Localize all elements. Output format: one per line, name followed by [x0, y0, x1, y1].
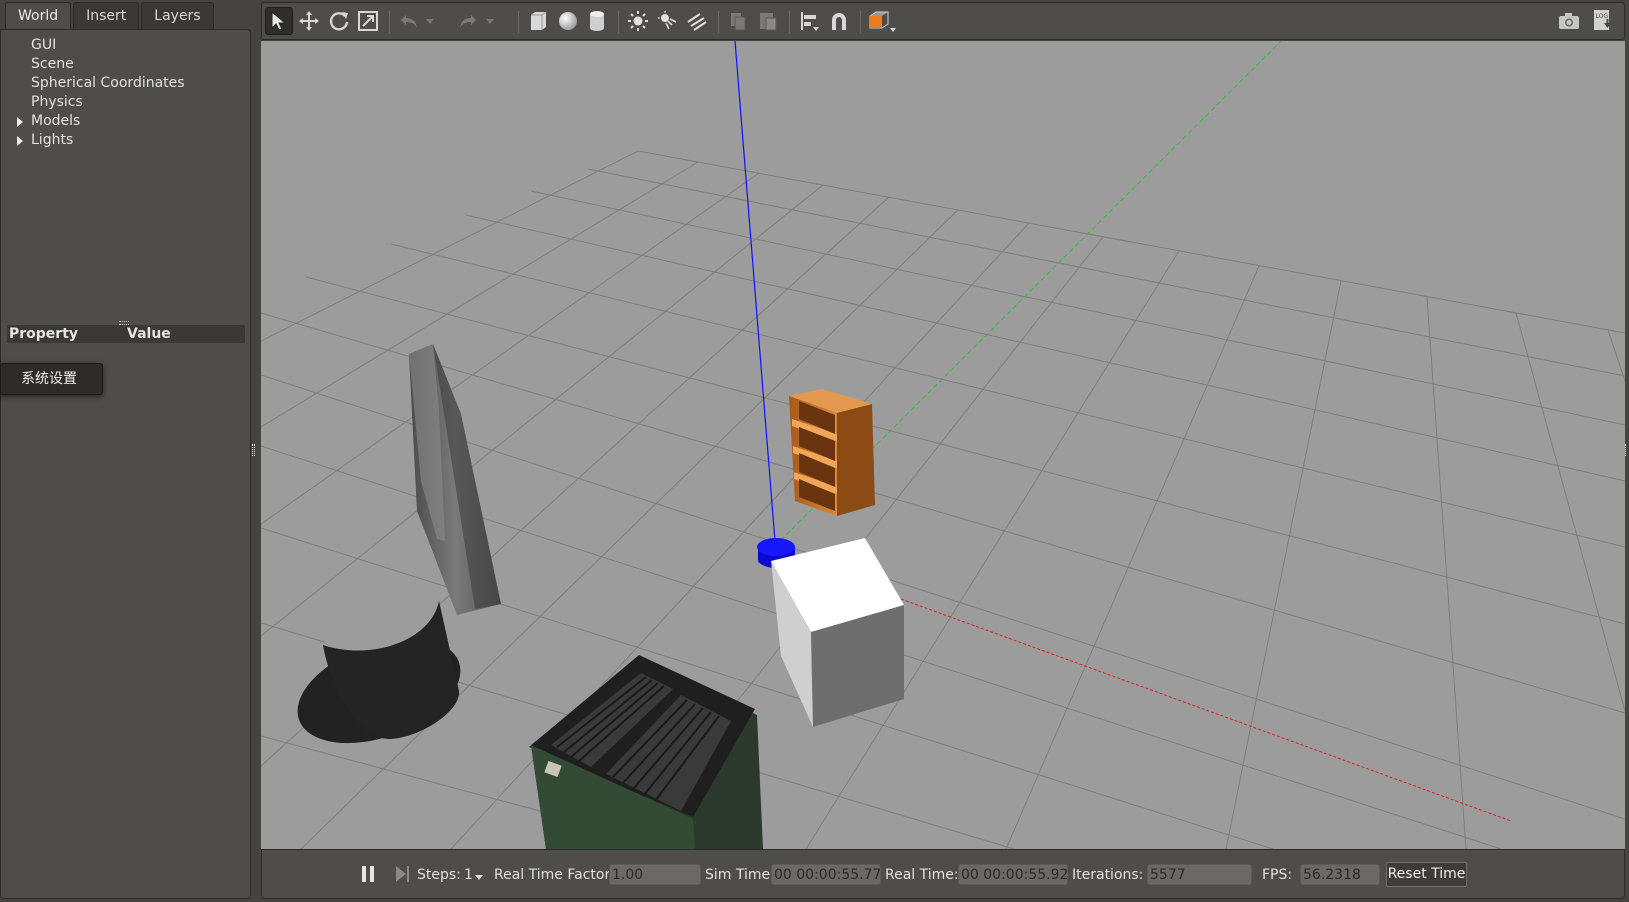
property-table-header: Property Value [7, 325, 245, 343]
scale-icon[interactable] [354, 7, 382, 35]
screenshot-camera-icon[interactable] [1555, 7, 1583, 35]
tree-item-label: Lights [31, 132, 74, 148]
paste-icon[interactable] [754, 7, 782, 35]
tree-item-gui[interactable]: GUI [1, 36, 251, 55]
tree-item-label: Spherical Coordinates [31, 75, 185, 91]
reset-time-button[interactable]: Reset Time [1386, 862, 1467, 887]
tree-item-models[interactable]: Models [1, 112, 251, 131]
fps-label: FPS: [1262, 867, 1293, 883]
tree-item-physics[interactable]: Physics [1, 93, 251, 112]
snap-magnet-icon[interactable] [825, 7, 853, 35]
toolbar-separator [718, 11, 719, 33]
undo-history-icon[interactable] [422, 7, 438, 35]
align-icon[interactable] [795, 7, 823, 35]
toolbar-separator [789, 11, 790, 33]
fps-field: 56.2318 [1300, 864, 1380, 885]
view-angle-icon[interactable] [865, 7, 899, 35]
tab-layers[interactable]: Layers [141, 2, 214, 29]
tree-item-label: Scene [31, 56, 74, 72]
step-icon[interactable] [388, 860, 416, 888]
toolbar: LOG [261, 2, 1625, 40]
gazebo-window: World Insert Layers GUI Scene Spherical … [0, 0, 1629, 902]
bookshelf[interactable] [789, 389, 875, 516]
jersey-barrier[interactable] [409, 344, 501, 615]
translate-icon[interactable] [295, 7, 323, 35]
tree-item-scene[interactable]: Scene [1, 55, 251, 74]
left-splitter-grip[interactable] [252, 444, 255, 456]
iterations-label: Iterations: [1072, 867, 1144, 883]
x-axis-line [900, 598, 1512, 822]
toolbar-separator [860, 11, 861, 33]
real-time-factor-label: Real Time Factor: [494, 867, 615, 883]
cylinder-shape-icon[interactable] [583, 7, 611, 35]
tree-item-label: Physics [31, 94, 83, 110]
redo-history-icon[interactable] [482, 7, 498, 35]
property-column-header[interactable]: Property [7, 325, 125, 343]
steps-dropdown-icon[interactable] [475, 875, 483, 880]
box[interactable] [771, 538, 904, 727]
steps-label: Steps: [417, 867, 461, 883]
tree-item-label: GUI [31, 37, 57, 53]
expand-arrow-icon[interactable] [17, 136, 23, 146]
sphere-shape-icon[interactable] [554, 7, 582, 35]
tree-item-lights[interactable]: Lights [1, 131, 251, 150]
expand-arrow-icon[interactable] [17, 117, 23, 127]
tree-item-spherical-coordinates[interactable]: Spherical Coordinates [1, 74, 251, 93]
sim-time-field: 00 00:00:55.770 [771, 864, 881, 885]
cylinder[interactable] [283, 588, 474, 763]
real-time-field: 00 00:00:55.929 [958, 864, 1068, 885]
sim-time-label: Sim Time: [705, 867, 775, 883]
copy-icon[interactable] [724, 7, 752, 35]
redo-icon[interactable] [454, 7, 482, 35]
iterations-field: 5577 [1147, 864, 1252, 885]
box-shape-icon[interactable] [524, 7, 552, 35]
simulation-status-bar: Steps: 1 Real Time Factor: 1.00 Sim Time… [261, 849, 1625, 899]
pause-icon[interactable] [354, 860, 382, 888]
spot-light-icon[interactable] [654, 7, 682, 35]
undo-icon[interactable] [395, 7, 423, 35]
left-panel-tabs: World Insert Layers [5, 2, 214, 30]
real-time-factor-field: 1.00 [609, 864, 701, 885]
directional-light-icon[interactable] [683, 7, 711, 35]
rotate-icon[interactable] [325, 7, 353, 35]
steps-value[interactable]: 1 [464, 866, 473, 884]
real-time-label: Real Time: [885, 867, 959, 883]
toolbar-separator [618, 11, 619, 33]
tree-item-label: Models [31, 113, 81, 129]
toolbar-separator [518, 11, 519, 33]
svg-text:LOG: LOG [1596, 13, 1609, 20]
scene-render[interactable] [261, 41, 1625, 849]
dumpster[interactable] [529, 655, 763, 849]
value-column-header[interactable]: Value [125, 325, 171, 343]
tab-world[interactable]: World [5, 2, 72, 30]
3d-viewport[interactable] [261, 41, 1625, 849]
right-splitter-grip[interactable] [1625, 444, 1628, 456]
log-icon[interactable]: LOG [1588, 7, 1616, 35]
select-arrow-icon[interactable] [265, 7, 293, 35]
world-panel: GUI Scene Spherical Coordinates Physics … [0, 29, 251, 899]
point-light-icon[interactable] [624, 7, 652, 35]
world-tree: GUI Scene Spherical Coordinates Physics … [1, 36, 251, 150]
toolbar-separator [389, 11, 390, 33]
system-settings-popup[interactable]: 系统设置 [0, 363, 103, 395]
tab-insert[interactable]: Insert [73, 2, 140, 29]
z-axis-line [734, 41, 776, 542]
